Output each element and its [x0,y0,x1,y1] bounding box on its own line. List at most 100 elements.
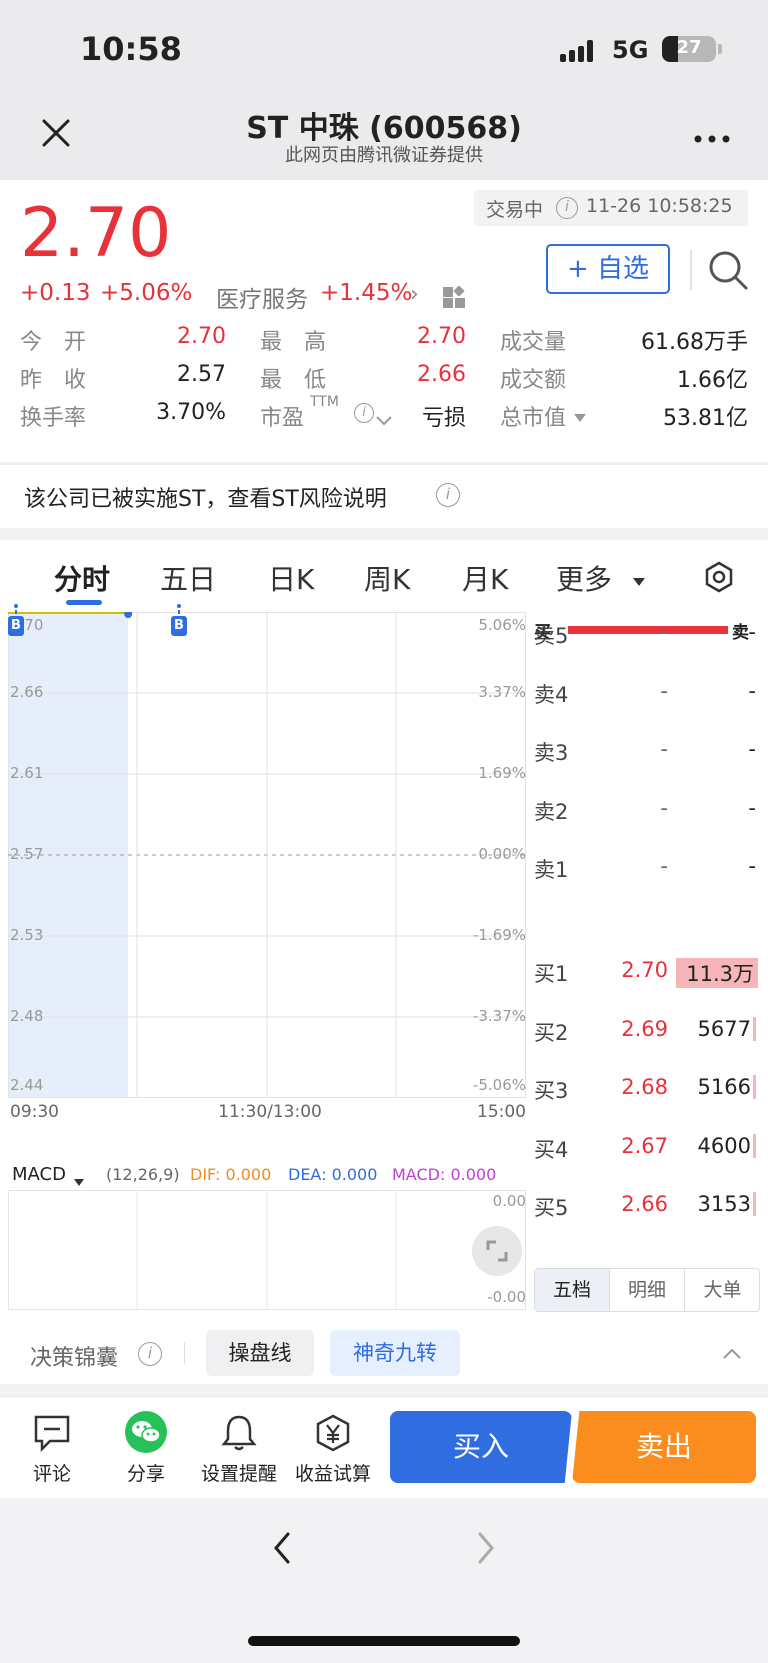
settings-icon[interactable] [702,560,736,594]
bid-price[interactable]: 2.70 [608,958,668,982]
stat-label[interactable]: 市盈 [260,400,304,432]
price-tick: 2.44 [10,1076,44,1094]
pct-tick: 1.69% [478,764,526,782]
ask-price[interactable]: - [608,796,668,820]
expand-icon[interactable] [472,1226,522,1276]
ask-price[interactable]: - [608,854,668,878]
ask-price[interactable]: - [608,737,668,761]
bid-volume: 3153 [666,1192,756,1216]
add-watchlist-button[interactable]: + 自选 [546,244,670,294]
bid-volume: 5166 [666,1075,756,1099]
macd-selector[interactable]: MACD [12,1164,66,1185]
buy-marker[interactable]: B [8,604,24,636]
chevron-right-icon[interactable]: › [410,282,419,307]
intraday-chart[interactable] [8,610,526,1226]
bid-label: 买5 [534,1196,569,1220]
trade-status: 交易中 [486,199,544,221]
magic-nine-button[interactable]: 神奇九转 [330,1330,460,1376]
stat-label[interactable]: 总市值 [500,400,566,432]
caret-down-icon[interactable] [74,1172,84,1186]
macd-value: MACD: 0.000 [392,1165,497,1184]
tab-monthly-k[interactable]: 月K [462,558,508,598]
st-notice-text[interactable]: 该公司已被实施ST，查看ST风险说明 [24,481,387,513]
sector-change[interactable]: +1.45% [320,280,412,306]
stat-value: 2.66 [417,362,466,387]
info-icon[interactable]: i [138,1342,162,1366]
stat-label: 昨 收 [20,368,87,393]
tab-more[interactable]: 更多 [556,558,612,598]
ask-price[interactable]: - [608,679,668,703]
buy-marker[interactable]: B [171,604,187,636]
search-icon[interactable] [706,248,750,292]
pct-tick: 5.06% [478,616,526,634]
bell-icon [219,1413,259,1453]
price-tick: 2.66 [10,683,44,701]
current-price: 2.70 [20,194,172,273]
alert-button[interactable]: 设置提醒 [196,1409,282,1489]
calc-button[interactable]: 收益试算 [290,1409,376,1489]
bid-price[interactable]: 2.69 [608,1017,668,1041]
tools-label: 决策锦囊 [30,1346,119,1371]
nav-bar: ST 中珠 (600568) 此网页由腾讯微证券提供 [0,95,768,180]
time-tick: 11:30/13:00 [218,1102,322,1122]
bid-volume: 5677 [666,1016,756,1041]
stat-value: 61.68万手 [641,330,748,355]
st-notice[interactable]: 该公司已被实施ST，查看ST风险说明 i [0,464,768,528]
ask-label: 卖5 [534,624,569,648]
macd-bottom: -0.00 [487,1288,526,1306]
tab-big-order[interactable]: 大单 [685,1269,760,1311]
bid-price[interactable]: 2.66 [608,1192,668,1216]
home-indicator [248,1636,520,1646]
back-icon[interactable] [268,1528,298,1568]
stat-label: 成交额 [500,368,567,393]
time-tick: 15:00 [477,1102,526,1122]
share-button[interactable]: 分享 [116,1409,176,1489]
ask-label: 卖3 [534,741,569,765]
status-time: 10:58 [80,30,182,68]
quote-panel: 2.70 +0.13 +5.06% 医疗服务 +1.45% › 交易中 i 11… [0,180,768,462]
caret-down-icon[interactable] [632,572,646,586]
stat-value: 2.70 [417,324,466,349]
ask-volume: - [748,737,756,761]
time-tick: 09:30 [10,1102,59,1122]
tab-detail[interactable]: 明细 [610,1269,685,1311]
macd-dea: DEA: 0.000 [288,1165,378,1184]
macd-params: (12,26,9) [106,1165,180,1184]
divider [184,1342,185,1364]
forward-icon[interactable] [470,1528,500,1568]
info-icon[interactable]: i [436,483,460,507]
ask-volume: - [748,678,756,703]
tab-5day[interactable]: 五日 [160,558,216,598]
bid-price[interactable]: 2.67 [608,1134,668,1158]
stat-label: 最 低 [260,368,327,393]
status-bar: 10:58 5G 27 [0,0,768,95]
grid-icon[interactable] [442,285,466,310]
tab-intraday[interactable]: 分时 [54,558,110,598]
active-tab-indicator [66,600,102,605]
bid-price[interactable]: 2.68 [608,1075,668,1099]
price-tick: 2.61 [10,764,44,782]
stat-label: 最 高 [260,330,327,355]
sell-button[interactable]: 卖出 [572,1411,756,1483]
alert-label: 设置提醒 [200,1463,277,1485]
ask-price[interactable]: - [608,620,668,644]
tab-level5[interactable]: 五档 [535,1269,610,1311]
tab-weekly-k[interactable]: 周K [364,558,410,598]
more-icon[interactable] [692,129,732,143]
info-icon[interactable]: i [556,197,578,219]
caret-down-icon[interactable] [574,408,586,422]
ask-volume: - [748,854,756,878]
tab-daily-k[interactable]: 日K [268,558,314,598]
macd-header: MACD (12,26,9) DIF: 0.000 DEA: 0.000 MAC… [10,1162,528,1190]
comment-button[interactable]: 评论 [22,1409,82,1489]
pct-tick: -1.69% [472,926,526,944]
chevron-up-icon[interactable] [720,1346,744,1362]
stat-label: 换手率 [20,406,87,431]
buy-button[interactable]: 买入 [390,1411,572,1483]
sector-name[interactable]: 医疗服务 [216,280,308,314]
quote-datetime: 11-26 10:58:25 [586,195,733,217]
chevron-down-icon[interactable] [374,412,394,426]
browser-toolbar [0,1498,768,1663]
network-label: 5G [612,36,649,64]
trading-line-button[interactable]: 操盘线 [206,1330,314,1376]
